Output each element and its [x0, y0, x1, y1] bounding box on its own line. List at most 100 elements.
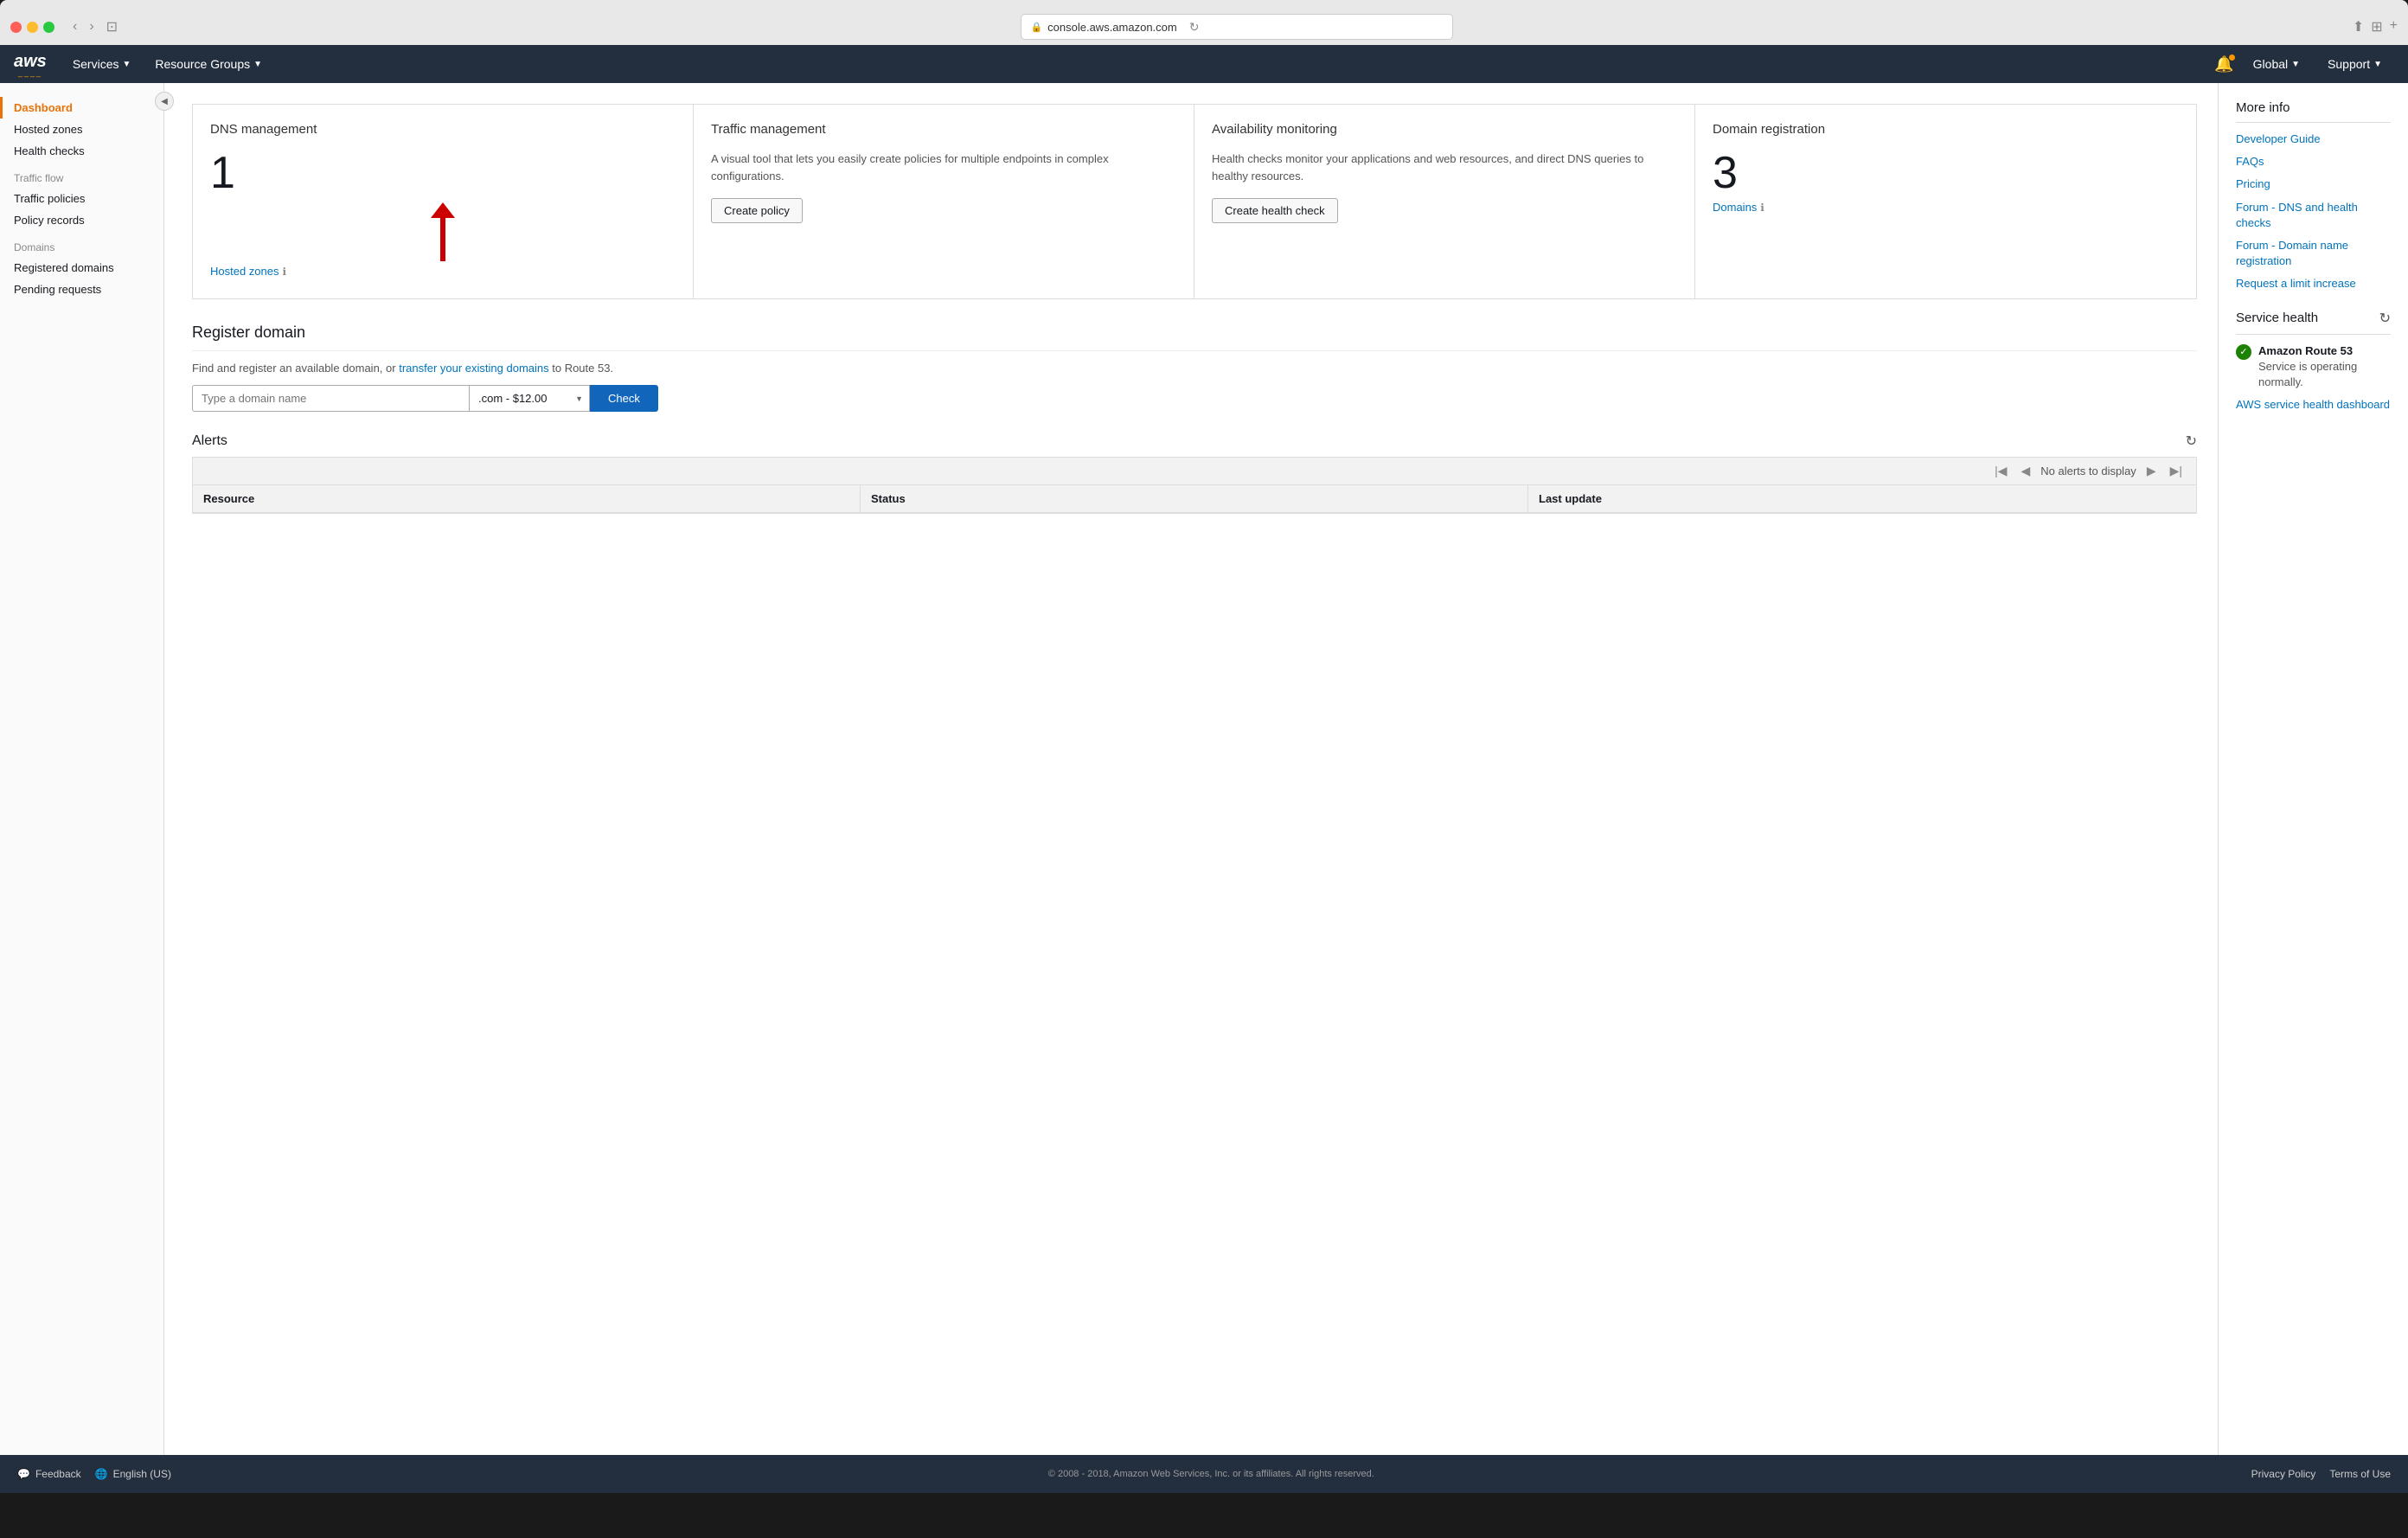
- dns-management-title: DNS management: [210, 122, 676, 137]
- no-alerts-text: No alerts to display: [2040, 465, 2136, 477]
- sidebar-item-dashboard[interactable]: Dashboard: [0, 97, 163, 119]
- alerts-table: Resource Status Last update: [192, 484, 2197, 514]
- next-page-button[interactable]: ▶: [2143, 462, 2160, 480]
- lock-icon: 🔒: [1030, 22, 1042, 33]
- service-health-label: Service health: [2236, 311, 2318, 325]
- domains-info-icon[interactable]: ℹ: [1760, 202, 1764, 214]
- more-info-label: More info: [2236, 100, 2290, 115]
- services-chevron: ▼: [123, 60, 131, 69]
- register-domain-desc: Find and register an available domain, o…: [192, 362, 2197, 375]
- share-icon[interactable]: ⬆: [2353, 18, 2364, 35]
- resource-groups-chevron: ▼: [253, 60, 262, 69]
- domain-name-input[interactable]: [192, 385, 469, 412]
- alerts-refresh-icon[interactable]: ↻: [2186, 433, 2197, 450]
- more-info-title: More info: [2236, 100, 2391, 123]
- footer: 💬 Feedback 🌐 English (US) © 2008 - 2018,…: [0, 1455, 2408, 1493]
- domain-search: .com - $12.00 .net - $11.00 .org - $12.0…: [192, 385, 2197, 412]
- maximize-button[interactable]: [43, 22, 54, 33]
- service-health-refresh-icon[interactable]: ↻: [2379, 310, 2391, 327]
- pricing-link[interactable]: Pricing: [2236, 176, 2391, 192]
- limit-increase-link[interactable]: Request a limit increase: [2236, 276, 2391, 292]
- tab-view-button[interactable]: ⊡: [102, 16, 122, 37]
- chat-icon: 💬: [17, 1468, 30, 1480]
- language-label: English (US): [113, 1468, 171, 1480]
- services-nav[interactable]: Services ▼: [61, 45, 144, 83]
- last-page-button[interactable]: ▶|: [2167, 462, 2186, 480]
- notification-dot: [2229, 54, 2235, 61]
- transfer-domains-link[interactable]: transfer your existing domains: [399, 362, 548, 375]
- sidebar-section-domains: Domains: [0, 231, 163, 257]
- first-page-button[interactable]: |◀: [1991, 462, 2010, 480]
- developer-guide-link[interactable]: Developer Guide: [2236, 131, 2391, 147]
- sidebar-collapse-button[interactable]: ◀: [155, 92, 174, 111]
- content-area: DNS management 1 Hosted zones ℹ Traffic …: [164, 83, 2218, 1455]
- prev-page-button[interactable]: ◀: [2017, 462, 2033, 480]
- check-domain-button[interactable]: Check: [590, 385, 658, 412]
- nav-buttons: ‹ › ⊡: [68, 16, 122, 37]
- dns-management-card: DNS management 1 Hosted zones ℹ: [193, 105, 694, 298]
- hosted-zones-info-icon[interactable]: ℹ: [283, 266, 287, 278]
- global-chevron: ▼: [2291, 60, 2300, 69]
- minimize-button[interactable]: [27, 22, 38, 33]
- reload-button[interactable]: ↻: [1189, 20, 1200, 35]
- tld-select[interactable]: .com - $12.00 .net - $11.00 .org - $12.0…: [469, 385, 590, 412]
- aws-logo[interactable]: aws ____: [14, 52, 47, 77]
- domains-count: 3: [1713, 151, 2179, 195]
- availability-monitoring-title: Availability monitoring: [1212, 122, 1677, 137]
- health-status-icon: ✓: [2236, 344, 2251, 360]
- tld-select-wrapper: .com - $12.00 .net - $11.00 .org - $12.0…: [469, 385, 590, 412]
- feedback-item[interactable]: 💬 Feedback: [17, 1468, 81, 1480]
- support-label: Support: [2328, 57, 2370, 71]
- create-health-check-button[interactable]: Create health check: [1212, 198, 1338, 223]
- domains-link[interactable]: Domains: [1713, 201, 1757, 214]
- resource-column-header: Resource: [193, 485, 861, 512]
- availability-monitoring-card: Availability monitoring Health checks mo…: [1194, 105, 1695, 298]
- new-tab-icon[interactable]: ⊞: [2371, 18, 2382, 35]
- resource-groups-label: Resource Groups: [155, 57, 250, 71]
- domain-registration-title: Domain registration: [1713, 122, 2179, 137]
- add-tab-icon[interactable]: +: [2390, 18, 2398, 35]
- sidebar-item-registered-domains[interactable]: Registered domains: [0, 257, 163, 279]
- terms-of-use-link[interactable]: Terms of Use: [2329, 1468, 2391, 1480]
- faqs-link[interactable]: FAQs: [2236, 154, 2391, 170]
- alerts-section: Alerts ↻ |◀ ◀ No alerts to display ▶ ▶| …: [192, 433, 2197, 514]
- close-button[interactable]: [10, 22, 22, 33]
- right-sidebar: More info Developer Guide FAQs Pricing F…: [2218, 83, 2408, 1455]
- sidebar-item-pending-requests[interactable]: Pending requests: [0, 279, 163, 300]
- status-column-header: Status: [861, 485, 1528, 512]
- sidebar-item-hosted-zones[interactable]: Hosted zones: [0, 119, 163, 140]
- forum-dns-link[interactable]: Forum - DNS and health checks: [2236, 200, 2391, 231]
- sidebar: ◀ Dashboard Hosted zones Health checks T…: [0, 83, 164, 1455]
- alerts-title: Alerts: [192, 433, 227, 449]
- dashboard-grid: DNS management 1 Hosted zones ℹ Traffic …: [192, 104, 2197, 299]
- privacy-policy-link[interactable]: Privacy Policy: [2251, 1468, 2316, 1480]
- availability-monitoring-desc: Health checks monitor your applications …: [1212, 151, 1677, 184]
- address-bar[interactable]: 🔒 console.aws.amazon.com ↻: [1021, 14, 1453, 40]
- notifications-area[interactable]: 🔔: [2214, 55, 2233, 74]
- main-container: ◀ Dashboard Hosted zones Health checks T…: [0, 83, 2408, 1455]
- create-policy-button[interactable]: Create policy: [711, 198, 803, 223]
- register-domain-title: Register domain: [192, 324, 2197, 351]
- support-nav[interactable]: Support ▼: [2315, 45, 2394, 83]
- globe-icon: 🌐: [95, 1468, 108, 1480]
- support-chevron: ▼: [2373, 60, 2382, 69]
- global-nav[interactable]: Global ▼: [2241, 45, 2312, 83]
- back-button[interactable]: ‹: [68, 16, 81, 37]
- aws-health-dashboard-link[interactable]: AWS service health dashboard: [2236, 397, 2391, 413]
- arrow-container: [210, 202, 676, 261]
- aws-topnav: aws ____ Services ▼ Resource Groups ▼ 🔔 …: [0, 45, 2408, 83]
- service-health-item: ✓ Amazon Route 53 Service is operating n…: [2236, 343, 2391, 391]
- resource-groups-nav[interactable]: Resource Groups ▼: [143, 45, 274, 83]
- sidebar-item-health-checks[interactable]: Health checks: [0, 140, 163, 162]
- last-update-column-header: Last update: [1528, 485, 2196, 512]
- sidebar-item-policy-records[interactable]: Policy records: [0, 209, 163, 231]
- register-domain-section: Register domain Find and register an ava…: [192, 324, 2197, 412]
- arrow-up-icon: [431, 202, 455, 218]
- sidebar-item-traffic-policies[interactable]: Traffic policies: [0, 188, 163, 209]
- hosted-zones-link[interactable]: Hosted zones: [210, 265, 279, 278]
- footer-left: 💬 Feedback 🌐 English (US): [17, 1468, 171, 1480]
- forward-button[interactable]: ›: [85, 16, 98, 37]
- language-item[interactable]: 🌐 English (US): [95, 1468, 171, 1480]
- forum-domain-link[interactable]: Forum - Domain name registration: [2236, 238, 2391, 269]
- traffic-management-title: Traffic management: [711, 122, 1176, 137]
